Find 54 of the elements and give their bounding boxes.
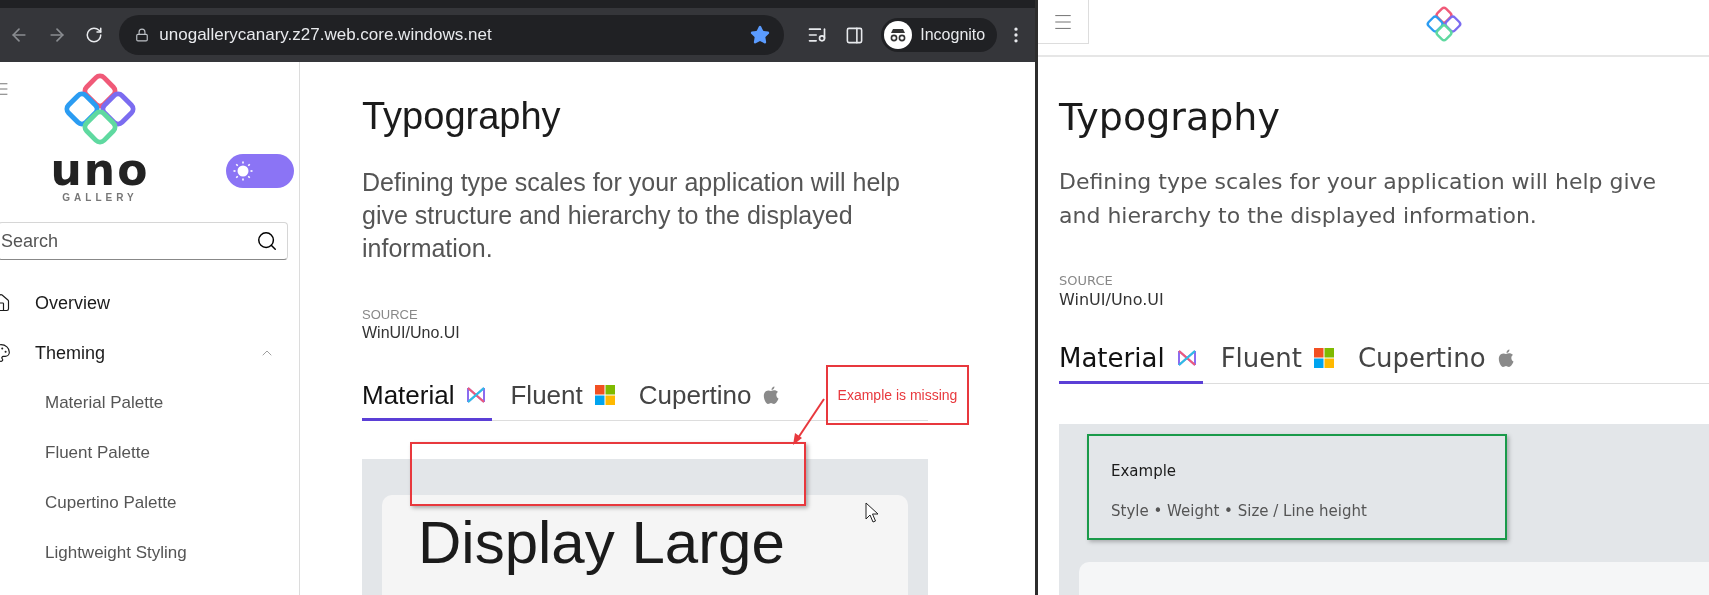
tab-label: Cupertino <box>1357 343 1486 373</box>
tab-label: Fluent <box>1220 343 1302 373</box>
apple-icon <box>763 385 780 405</box>
profile-button[interactable]: Incognito <box>881 18 998 52</box>
source-value: WinUI/Uno.UI <box>1059 290 1165 309</box>
tab-label: Cupertino <box>638 379 752 411</box>
annotation-arrow <box>793 398 825 445</box>
tab[interactable]: Fluent <box>510 372 621 421</box>
wordmark-subtitle: GALLERY <box>62 192 138 203</box>
example-subtitle: Style • Weight • Size / Line height <box>1111 502 1368 520</box>
nav-item[interactable]: Theming <box>0 328 299 378</box>
page-description: Defining type scales for your application will help give structure and hierarchy to the displayed information. <box>362 167 901 264</box>
tab[interactable]: Material <box>1059 335 1203 384</box>
url-text: unogallerycanary.z27.web.core.windows.net <box>159 25 493 45</box>
tab[interactable]: Cupertino <box>1357 335 1520 384</box>
sun-icon <box>232 160 254 182</box>
lock-icon <box>135 28 150 42</box>
four-squares-icon <box>594 385 615 405</box>
address-bar[interactable]: unogallerycanary.z27.web.core.windows.net <box>119 15 784 55</box>
theme-toggle[interactable] <box>226 154 294 188</box>
annotation-note: Example is missing <box>826 365 969 425</box>
four-squares-icon <box>1313 348 1334 368</box>
page-title: Typography <box>1059 95 1281 139</box>
source-label: SOURCE <box>1059 273 1114 288</box>
tab[interactable]: Cupertino <box>638 372 786 421</box>
source-value: WinUI/Uno.UI <box>362 324 461 342</box>
nav-item[interactable]: Overview <box>0 278 299 328</box>
source-label: SOURCE <box>362 307 419 322</box>
nav-subitem[interactable]: Cupertino Palette <box>0 478 299 528</box>
nav-subitem[interactable]: Material Palette <box>0 378 299 428</box>
nav-subitem[interactable]: Fluent Palette <box>0 428 299 478</box>
display-large-sample: Display Large <box>418 508 785 578</box>
star-icon[interactable] <box>749 25 770 45</box>
logo-icon <box>1424 4 1464 44</box>
cursor-icon <box>865 502 879 523</box>
wordmark: uno <box>50 150 150 190</box>
tab-label: Fluent <box>510 379 583 411</box>
tab-label: Material <box>1059 343 1165 373</box>
music-list-icon[interactable] <box>806 25 827 45</box>
apple-icon <box>1497 348 1514 368</box>
tab[interactable]: Material <box>362 372 493 421</box>
example-title: Example <box>1111 462 1178 480</box>
reload-icon[interactable] <box>85 26 104 44</box>
nav-subitem[interactable]: Lightweight Styling <box>0 528 299 578</box>
search-field[interactable]: Search <box>0 222 288 260</box>
tab[interactable]: Fluent <box>1220 335 1340 384</box>
crossed-triangle-icon <box>466 385 487 405</box>
crossed-triangle-icon <box>1176 348 1197 368</box>
side-panel-icon[interactable] <box>844 25 864 45</box>
tab-label: Material <box>362 379 455 411</box>
incognito-icon <box>884 21 913 49</box>
page-description: Defining type scales for your application will help give and hierarchy to the displayed information. <box>1059 168 1658 230</box>
search-icon[interactable] <box>256 230 278 252</box>
page-title: Typography <box>362 94 562 138</box>
